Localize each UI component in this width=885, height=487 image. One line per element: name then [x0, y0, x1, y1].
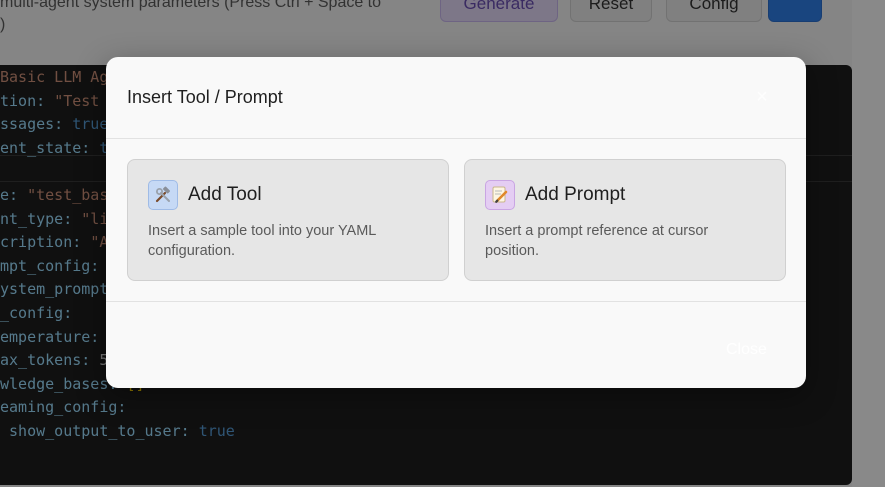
add-prompt-card[interactable]: Add Prompt Insert a prompt reference at … [464, 159, 786, 281]
close-icon[interactable]: × [750, 85, 774, 109]
hammer-wrench-icon [148, 180, 178, 210]
add-tool-description: Insert a sample tool into your YAML conf… [148, 223, 376, 259]
add-prompt-description: Insert a prompt reference at cursor posi… [485, 223, 709, 259]
close-button[interactable]: Close [718, 338, 775, 362]
memo-pencil-icon [485, 180, 515, 210]
dialog-header: Insert Tool / Prompt × [106, 57, 806, 139]
dialog-footer: Close [106, 301, 806, 388]
dialog-title: Insert Tool / Prompt [127, 87, 283, 107]
insert-dialog: Insert Tool / Prompt × Add Tool Insert a… [106, 57, 806, 388]
add-tool-title: Add Tool [188, 184, 262, 205]
add-tool-card[interactable]: Add Tool Insert a sample tool into your … [127, 159, 449, 281]
add-prompt-title: Add Prompt [525, 184, 626, 205]
